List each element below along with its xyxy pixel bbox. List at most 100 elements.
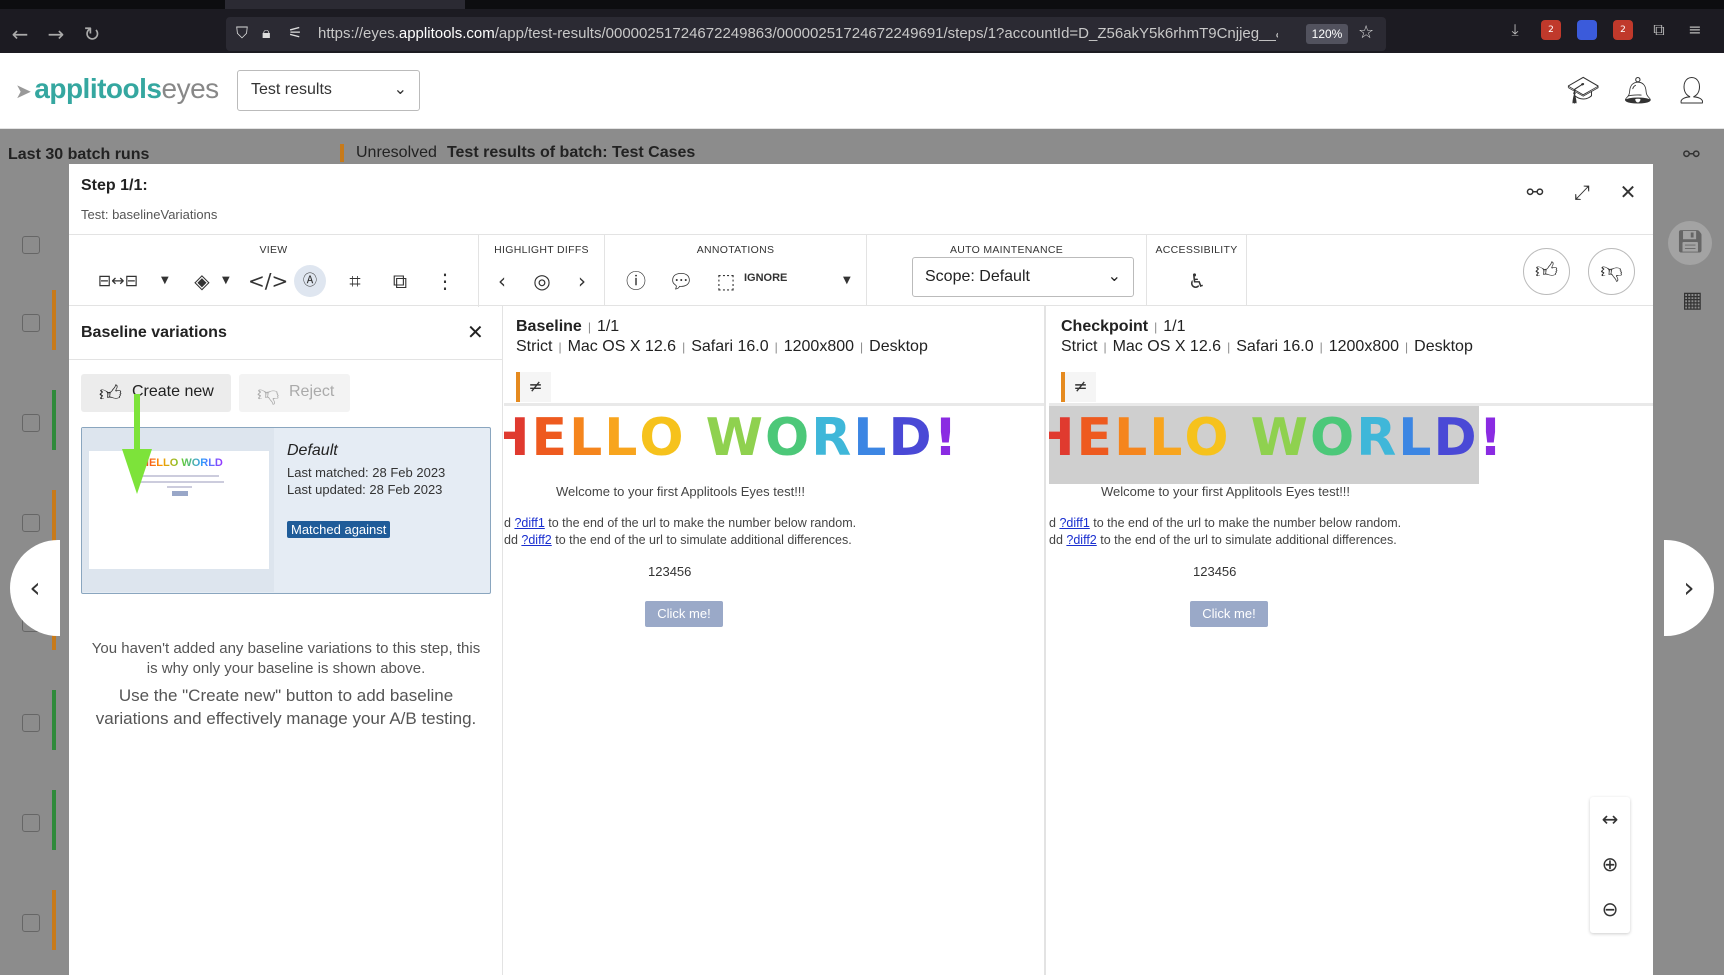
checkpoint-label: Checkpoint bbox=[1061, 318, 1149, 335]
panel-title: Baseline variations bbox=[81, 324, 227, 341]
ignore-region-icon[interactable]: ⬚ bbox=[710, 265, 742, 297]
thumbs-down-icon: 👎︎ bbox=[257, 382, 280, 407]
back-icon[interactable]: ← bbox=[8, 22, 32, 46]
extensions-puzzle-icon[interactable]: ⧉ bbox=[1649, 20, 1669, 40]
comment-icon[interactable]: 💬︎ bbox=[665, 265, 697, 297]
panel-close-icon[interactable]: ✕ bbox=[467, 320, 484, 344]
extension-red-2-icon[interactable]: 2 bbox=[1613, 20, 1633, 40]
diff1-link[interactable]: ?diff1 bbox=[1059, 516, 1089, 530]
browser-toolbar: ← → ↻ ⛉ 🔒︎ ⚟ https://eyes.applitools.com… bbox=[0, 0, 1724, 53]
graduation-cap-icon[interactable]: 🎓︎ bbox=[1565, 73, 1601, 109]
zoom-in-icon[interactable]: ⊕ bbox=[1590, 842, 1630, 887]
zoom-out-icon[interactable]: ⊖ bbox=[1590, 887, 1630, 932]
bell-icon[interactable]: 🔔︎ bbox=[1620, 73, 1656, 109]
ignore-label[interactable]: IGNORE bbox=[744, 272, 787, 284]
chevron-down-icon: ⌄ bbox=[1107, 266, 1121, 285]
create-new-button[interactable]: 👍︎ Create new bbox=[81, 374, 231, 412]
extension-video-icon[interactable] bbox=[1577, 20, 1597, 40]
zoom-level-badge[interactable]: 120% bbox=[1306, 24, 1348, 44]
chevron-down-icon: ⌄ bbox=[393, 79, 407, 98]
download-icon[interactable]: ⤓ bbox=[1505, 20, 1525, 40]
not-equal-icon[interactable]: ≠ bbox=[516, 372, 551, 402]
hello-letter: E bbox=[531, 408, 570, 468]
reject-button[interactable]: 👎︎ Reject bbox=[239, 374, 350, 412]
accessibility-icon[interactable]: ♿︎ bbox=[1181, 265, 1213, 297]
scope-value: Scope: Default bbox=[925, 268, 1030, 285]
layers-icon[interactable]: ◈ bbox=[186, 265, 218, 297]
region-icon[interactable]: ⧉ bbox=[384, 265, 416, 297]
caret-down-icon[interactable]: ▼ bbox=[222, 265, 230, 297]
matched-against-badge: Matched against bbox=[287, 521, 391, 538]
annotations-group: ANNOTATIONS ⓘ 💬︎ ⬚ IGNORE ▼ bbox=[605, 235, 867, 307]
click-me-button: Click me! bbox=[1190, 601, 1268, 627]
shield-icon[interactable]: ⛉ bbox=[236, 23, 248, 43]
address-bar[interactable]: ⛉ 🔒︎ ⚟ https://eyes.applitools.com/app/t… bbox=[226, 17, 1386, 51]
url-text[interactable]: https://eyes.applitools.com/app/test-res… bbox=[318, 25, 1278, 42]
fit-width-icon[interactable]: ↔ bbox=[1590, 797, 1630, 842]
welcome-text: Welcome to your first Applitools Eyes te… bbox=[1101, 484, 1351, 499]
side-by-side-icon[interactable]: ⊟↔⊟ bbox=[77, 265, 159, 297]
hello-letter: L bbox=[604, 408, 640, 468]
highlight-label: HIGHLIGHT DIFFS bbox=[494, 244, 589, 256]
prev-diff-icon[interactable]: ‹ bbox=[486, 265, 518, 297]
lock-icon[interactable]: 🔒︎ bbox=[262, 23, 271, 43]
hello-letter: L bbox=[1398, 408, 1434, 468]
checkpoint-screenshot[interactable]: HELLO WORLD! Welcome to your first Appli… bbox=[1049, 403, 1653, 975]
caret-down-icon[interactable]: ▼ bbox=[161, 265, 169, 297]
desc-line-1: d ?diff1 to the end of the url to make t… bbox=[1049, 516, 1401, 530]
forward-icon[interactable]: → bbox=[44, 22, 68, 46]
not-equal-icon[interactable]: ≠ bbox=[1061, 372, 1096, 402]
zoom-controls: ↔ ⊕ ⊖ bbox=[1590, 797, 1630, 933]
hello-letter: H bbox=[1049, 408, 1077, 468]
diff1-link[interactable]: ?diff1 bbox=[514, 516, 544, 530]
caret-down-icon[interactable]: ▼ bbox=[843, 265, 851, 297]
hello-letter: L bbox=[1114, 408, 1150, 468]
bookmark-star-icon[interactable]: ☆ bbox=[1358, 22, 1374, 43]
issue-icon[interactable]: ⓘ bbox=[620, 265, 652, 297]
accept-button[interactable]: 👍︎ bbox=[1523, 248, 1570, 295]
save-icon: 💾︎ bbox=[1668, 221, 1712, 265]
hello-letter: R bbox=[1356, 408, 1399, 468]
batch-row-checkbox bbox=[22, 514, 40, 532]
line2-post: to the end of the url to simulate additi… bbox=[551, 533, 852, 547]
line2-post: to the end of the url to simulate additi… bbox=[1096, 533, 1397, 547]
scope-select[interactable]: Scope: Default ⌄ bbox=[912, 257, 1134, 297]
url-path: /app/test-results/00000251724672249863/0… bbox=[494, 25, 1278, 42]
reload-icon[interactable]: ↻ bbox=[80, 22, 104, 46]
active-tab[interactable] bbox=[225, 0, 465, 9]
baseline-title: Baseline | 1/1 bbox=[516, 318, 620, 335]
diff2-link[interactable]: ?diff2 bbox=[1066, 533, 1096, 547]
hello-letter: O bbox=[639, 408, 686, 468]
hello-world-heading: HELLO WORLD! bbox=[1049, 408, 1504, 468]
user-settings-icon[interactable]: 👤︎ bbox=[1674, 73, 1710, 109]
hello-letter: D bbox=[888, 408, 934, 468]
variant-thumbnail: HELLO WORLD bbox=[89, 451, 269, 569]
share-icon[interactable]: ⚯ bbox=[1521, 178, 1549, 206]
more-vertical-icon[interactable]: ⋮ bbox=[429, 265, 461, 297]
extension-red-icon[interactable]: 2 bbox=[1541, 20, 1561, 40]
logo-primary: applitools bbox=[34, 73, 162, 104]
variant-thumbnail-frame: HELLO WORLD bbox=[82, 428, 274, 592]
meta-browser: Safari 16.0 bbox=[691, 338, 769, 355]
next-diff-icon[interactable]: › bbox=[566, 265, 598, 297]
target-icon[interactable]: ◎ bbox=[526, 265, 558, 297]
logo-secondary: eyes bbox=[161, 73, 220, 104]
crop-icon[interactable]: ⌗ bbox=[339, 265, 371, 297]
random-number: 123456 bbox=[648, 564, 692, 579]
hello-letter: L bbox=[853, 408, 889, 468]
ab-compare-icon[interactable]: Ⓐ bbox=[294, 265, 326, 297]
close-icon[interactable]: ✕ bbox=[1614, 178, 1642, 206]
expand-icon[interactable]: ⤢ bbox=[1568, 178, 1596, 206]
permissions-icon[interactable]: ⚟ bbox=[288, 23, 302, 42]
baseline-meta: Strict | Mac OS X 12.6 | Safari 16.0 | 1200x80… bbox=[516, 338, 928, 355]
page-select[interactable]: Test results ⌄ bbox=[237, 70, 420, 111]
reject-step-button[interactable]: 👎︎ bbox=[1588, 248, 1635, 295]
applitools-logo[interactable]: ➤ applitoolseyes bbox=[15, 73, 219, 105]
menu-icon[interactable]: ≡ bbox=[1685, 20, 1705, 40]
code-icon[interactable]: </> bbox=[248, 265, 288, 297]
checkpoint-pane: Checkpoint | 1/1 Strict | Mac OS X 12.6 | Safa… bbox=[1049, 306, 1653, 975]
hello-letter: O bbox=[1184, 408, 1231, 468]
baseline-screenshot[interactable]: HELLO WORLD! Welcome to your first Appli… bbox=[504, 403, 1044, 975]
hello-letter: R bbox=[811, 408, 854, 468]
diff2-link[interactable]: ?diff2 bbox=[521, 533, 551, 547]
